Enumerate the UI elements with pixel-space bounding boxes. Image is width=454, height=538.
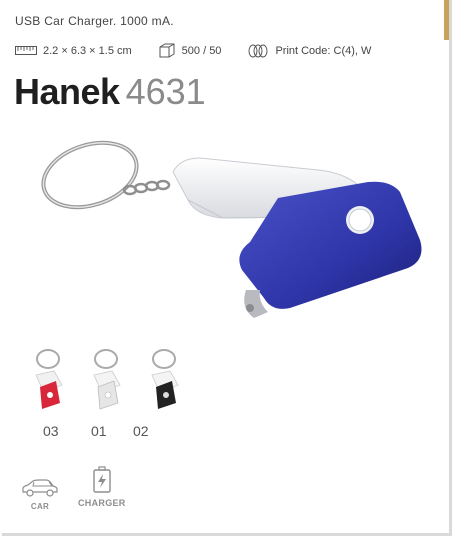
- packaging-value: 500 / 50: [181, 44, 222, 57]
- main-product-image: 19: [41, 140, 422, 318]
- print-code: Print Code: C(4), W: [275, 44, 372, 57]
- feature-label-charger: CHARGER: [78, 498, 126, 508]
- variant-black: [151, 349, 179, 409]
- feature-car: CAR: [20, 478, 60, 511]
- product-title: Hanek 4631: [14, 70, 206, 114]
- color-variants-image: [35, 349, 179, 410]
- variant-white: [93, 349, 121, 410]
- spec-row: 2.2 × 6.3 × 1.5 cm 500 / 50 Print Code: …: [15, 43, 397, 58]
- product-card: USB Car Charger. 1000 mA. 2.2 × 6.3 × 1.…: [2, 0, 452, 536]
- variant-red: [35, 349, 63, 409]
- size-value: 2.2 × 6.3 × 1.5 cm: [43, 44, 132, 57]
- product-code: 4631: [125, 71, 206, 112]
- variant-label-02: 02: [133, 423, 149, 439]
- car-icon: [22, 479, 58, 497]
- box-icon: [159, 43, 175, 58]
- print-icon: [248, 44, 268, 57]
- ruler-icon: [15, 45, 37, 55]
- size-spec: 2.2 × 6.3 × 1.5 cm: [15, 45, 132, 57]
- feature-label-car: CAR: [30, 502, 50, 511]
- product-name: Hanek: [14, 71, 120, 112]
- print-spec: Print Code: C(4), W: [247, 44, 371, 58]
- product-description: USB Car Charger. 1000 mA.: [15, 14, 174, 28]
- variant-label-03: 03: [43, 423, 59, 439]
- accent-bar: [444, 0, 449, 40]
- packaging-spec: 500 / 50: [158, 43, 222, 58]
- variant-label-01: 01: [91, 423, 107, 439]
- feature-charger: CHARGER: [78, 466, 126, 508]
- battery-charge-icon: [93, 466, 111, 493]
